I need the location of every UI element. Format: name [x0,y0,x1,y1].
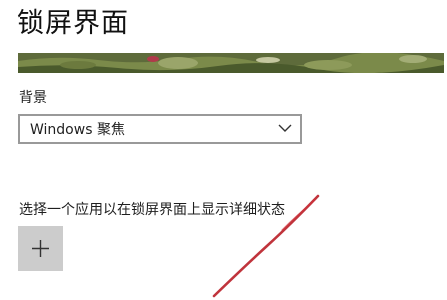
plus-icon [32,240,49,257]
page-title: 锁屏界面 [17,8,129,39]
background-dropdown-value: Windows 聚焦 [30,122,125,138]
detailed-status-label: 选择一个应用以在锁屏界面上显示详细状态 [19,202,285,218]
lock-screen-preview-image [18,53,444,73]
red-annotation-stroke [212,194,320,298]
chevron-down-icon [278,124,292,132]
background-dropdown[interactable]: Windows 聚焦 [18,114,302,144]
background-label: 背景 [19,90,47,106]
add-app-button[interactable] [18,226,63,271]
